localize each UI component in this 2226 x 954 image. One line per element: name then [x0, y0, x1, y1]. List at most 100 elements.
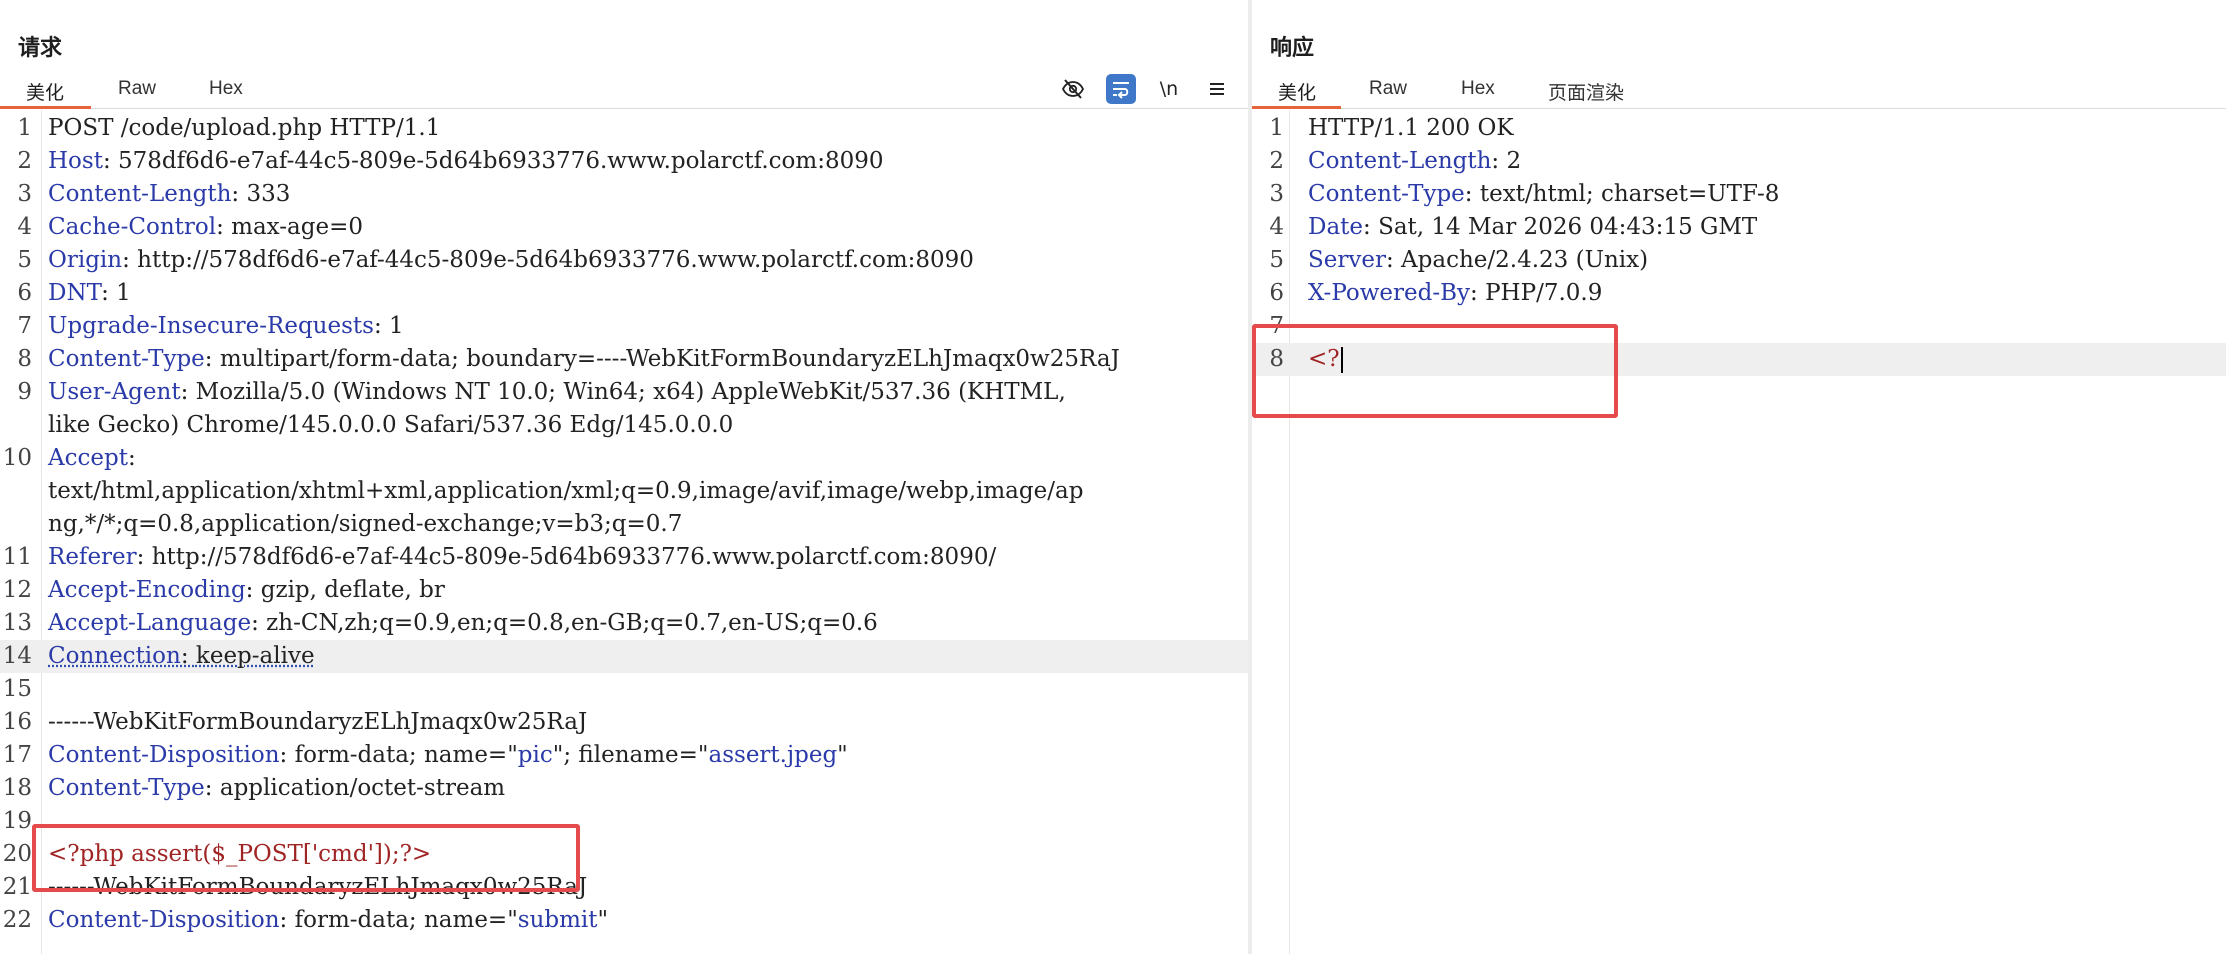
line-text: Server: Apache/2.4.23 (Unix) — [1308, 244, 1648, 277]
wrap-icon — [1113, 82, 1129, 99]
header-name: Content-Type — [1308, 181, 1465, 207]
code-line: 9 User-Agent: Mozilla/5.0 (Windows NT 10.… — [0, 376, 1248, 409]
line-number: 8 — [17, 346, 32, 372]
header-value: 1 — [389, 313, 404, 339]
tab-raw[interactable]: Raw — [1369, 78, 1407, 100]
tab-pretty[interactable]: 美化 — [26, 78, 64, 105]
header-value: keep-alive — [195, 643, 315, 669]
line-number: 2 — [1269, 148, 1284, 174]
body-text: ------WebKitFormBoundaryzELhJmaqx0w25RaJ — [48, 709, 588, 735]
code-line: 22 Content-Disposition: form-data; name="… — [0, 904, 1248, 937]
header-name: Content-Disposition — [48, 907, 280, 933]
header-name: Accept-Encoding — [48, 577, 246, 603]
line-number: 11 — [2, 544, 32, 570]
code-line: 11 Referer: http://578df6d6-e7af-44c5-809… — [0, 541, 1248, 574]
header-separator: : — [122, 247, 138, 273]
line-number: 14 — [2, 643, 32, 669]
active-tab-indicator — [0, 106, 91, 109]
line-number: 3 — [1269, 181, 1284, 207]
header-name: Content-Length — [48, 181, 232, 207]
header-value: PHP/7.0.9 — [1485, 280, 1603, 306]
header-separator: : — [102, 148, 119, 174]
response-output-highlight-box — [1252, 324, 1618, 418]
code-line: text/html,application/xhtml+xml,applicat… — [0, 475, 1248, 508]
line-number: 1 — [17, 115, 32, 141]
tab-hex[interactable]: Hex — [209, 78, 243, 100]
header-name: Server — [1308, 247, 1386, 273]
header-separator: : — [180, 643, 196, 669]
line-number: 15 — [2, 676, 32, 702]
header-separator: : — [245, 577, 261, 603]
code-line: 17 Content-Disposition: form-data; name="… — [0, 739, 1248, 772]
code-line: 8 Content-Type: multipart/form-data; boun… — [0, 343, 1248, 376]
line-text: Upgrade-Insecure-Requests: 1 — [48, 310, 404, 343]
menu-icon — [1210, 83, 1224, 95]
tab-hex[interactable]: Hex — [1461, 78, 1495, 100]
line-text: ng,*/*;q=0.8,application/signed-exchange… — [48, 508, 682, 541]
line-number: 19 — [2, 808, 32, 834]
line-text: Content-Type: text/html; charset=UTF-8 — [1308, 178, 1779, 211]
code-line: 2 Content-Length: 2 — [1252, 145, 2226, 178]
code-line: 16 ------WebKitFormBoundaryzELhJmaqx0w25R… — [0, 706, 1248, 739]
line-text: Cache-Control: max-age=0 — [48, 211, 363, 244]
body-text: like Gecko) Chrome/145.0.0.0 Safari/537.… — [48, 412, 734, 438]
code-line: 18 Content-Type: application/octet-stream — [0, 772, 1248, 805]
response-title: 响应 — [1270, 35, 1315, 60]
line-number: 4 — [1269, 214, 1284, 240]
hide-whitespace-button[interactable] — [1058, 74, 1088, 104]
line-number: 6 — [17, 280, 32, 306]
line-number: 18 — [2, 775, 32, 801]
tab-raw[interactable]: Raw — [118, 78, 156, 100]
line-number: 13 — [2, 610, 32, 636]
code-line: 7 Upgrade-Insecure-Requests: 1 — [0, 310, 1248, 343]
header-separator: : — [231, 181, 247, 207]
request-toolbar: \n — [1048, 74, 1248, 104]
line-text: Content-Disposition: form-data; name="su… — [48, 904, 608, 937]
header-separator: : — [1464, 181, 1480, 207]
header-value: form-data; name="pic"; filename="assert.… — [294, 742, 848, 768]
header-separator: : — [1363, 214, 1379, 240]
options-menu-button[interactable] — [1202, 74, 1232, 104]
header-separator: : — [180, 379, 196, 405]
header-value: http://578df6d6-e7af-44c5-809e-5d64b6933… — [151, 544, 997, 570]
header-value: 333 — [246, 181, 291, 207]
header-separator: : — [101, 280, 117, 306]
code-line: 12 Accept-Encoding: gzip, deflate, br — [0, 574, 1248, 607]
header-name: User-Agent — [48, 379, 181, 405]
header-value: 578df6d6-e7af-44c5-809e-5d64b6933776.www… — [118, 148, 884, 174]
header-name: Connection — [48, 643, 181, 669]
line-text: Referer: http://578df6d6-e7af-44c5-809e-… — [48, 541, 996, 574]
response-pane: 响应 美化 Raw Hex 页面渲染 1 HTTP/1.1 200 OK 2 Cont… — [1252, 0, 2226, 954]
header-name: DNT — [48, 280, 102, 306]
header-value: http://578df6d6-e7af-44c5-809e-5d64b6933… — [137, 247, 974, 273]
line-number: 5 — [17, 247, 32, 273]
line-text: Content-Length: 333 — [48, 178, 290, 211]
code-line: 3 Content-Length: 333 — [0, 178, 1248, 211]
request-title: 请求 — [18, 35, 63, 60]
header-separator: : — [373, 313, 390, 339]
line-text: Content-Type: multipart/form-data; bound… — [48, 343, 1120, 376]
line-text: text/html,application/xhtml+xml,applicat… — [48, 475, 1083, 508]
header-name: Cache-Control — [48, 214, 217, 240]
code-line: 5 Server: Apache/2.4.23 (Unix) — [1252, 244, 2226, 277]
header-name: Date — [1308, 214, 1364, 240]
header-value: Apache/2.4.23 (Unix) — [1401, 247, 1649, 273]
line-number: 20 — [2, 841, 32, 867]
body-text: ng,*/*;q=0.8,application/signed-exchange… — [48, 511, 683, 537]
newline-toggle-button[interactable]: \n — [1154, 74, 1184, 104]
header-name: Referer — [48, 544, 137, 570]
body-text: POST /code/upload.php HTTP/1.1 — [48, 115, 441, 141]
tab-pretty[interactable]: 美化 — [1278, 78, 1316, 105]
tab-render[interactable]: 页面渲染 — [1548, 78, 1624, 105]
body-text: text/html,application/xhtml+xml,applicat… — [48, 478, 1084, 504]
line-text: X-Powered-By: PHP/7.0.9 — [1308, 277, 1602, 310]
header-separator: : — [1385, 247, 1402, 273]
word-wrap-button[interactable] — [1106, 74, 1136, 104]
line-text: Accept-Encoding: gzip, deflate, br — [48, 574, 445, 607]
header-name: Upgrade-Insecure-Requests — [48, 313, 374, 339]
code-line: 14 Connection: keep-alive — [0, 640, 1248, 673]
header-separator: : — [1491, 148, 1507, 174]
header-value: 2 — [1506, 148, 1522, 174]
code-line: 6 DNT: 1 — [0, 277, 1248, 310]
line-text: Origin: http://578df6d6-e7af-44c5-809e-5… — [48, 244, 974, 277]
